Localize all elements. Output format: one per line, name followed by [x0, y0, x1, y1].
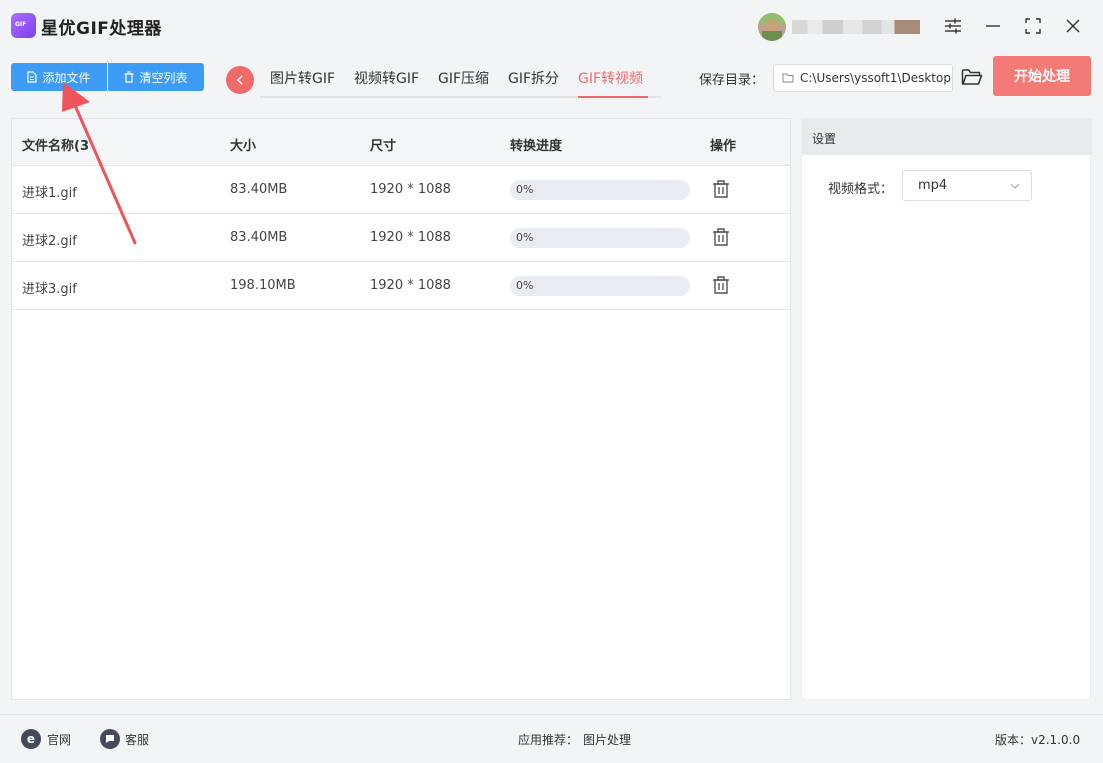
table-header: 文件名称(3 大小 尺寸 转换进度 操作 [12, 119, 790, 166]
file-size: 83.40MB [230, 182, 288, 197]
tab-image-to-gif[interactable]: 图片转GIF [270, 68, 335, 88]
minimize-icon[interactable] [981, 14, 1005, 38]
col-header-dimensions: 尺寸 [370, 139, 397, 154]
document-icon [27, 71, 38, 83]
recommend-label: 应用推荐： [518, 733, 579, 747]
trash-icon[interactable] [712, 179, 730, 199]
edge-artifact [1098, 336, 1103, 350]
settings-header: 设置 [802, 119, 1092, 155]
chat-bubble-icon[interactable] [100, 729, 120, 749]
username-blurred [792, 20, 920, 34]
settings-title: 设置 [812, 132, 837, 146]
settings-panel: 设置 视频格式： mp4 [801, 118, 1092, 700]
close-icon[interactable] [1061, 14, 1085, 38]
file-dimensions: 1920 * 1088 [370, 182, 451, 197]
tab-gif-to-video[interactable]: GIF转视频 [578, 68, 643, 88]
progress-bar: 0% [510, 276, 690, 296]
progress-bar: 0% [510, 180, 690, 200]
progress-text: 0% [516, 231, 534, 244]
table-row[interactable]: 进球2.gif 83.40MB 1920 * 1088 0% [12, 214, 790, 262]
trash-icon [124, 71, 134, 83]
progress-text: 0% [516, 279, 534, 292]
clear-list-label: 清空列表 [139, 70, 188, 85]
title-bar: 星优GIF处理器 [0, 0, 1103, 52]
active-tab-indicator [578, 96, 648, 98]
file-size: 83.40MB [230, 230, 288, 245]
add-file-label: 添加文件 [42, 70, 91, 85]
file-name: 进球2.gif [22, 234, 77, 249]
video-format-label: 视频格式： [828, 182, 894, 197]
progress-text: 0% [516, 183, 534, 196]
file-name: 进球3.gif [22, 282, 77, 297]
table-row[interactable]: 进球3.gif 198.10MB 1920 * 1088 0% [12, 262, 790, 310]
maximize-icon[interactable] [1021, 14, 1045, 38]
function-tabs: 图片转GIF 视频转GIF GIF压缩 GIF拆分 GIF转视频 [260, 60, 661, 98]
back-button[interactable] [226, 66, 254, 94]
trash-icon[interactable] [712, 275, 730, 295]
file-table: 文件名称(3 大小 尺寸 转换进度 操作 进球1.gif 83.40MB 192… [11, 118, 791, 700]
col-header-actions: 操作 [710, 139, 737, 154]
table-row[interactable]: 进球1.gif 83.40MB 1920 * 1088 0% [12, 166, 790, 214]
add-file-button[interactable]: 添加文件 [11, 63, 107, 91]
app-logo-icon [11, 13, 36, 38]
browser-e-icon[interactable]: e [21, 729, 41, 749]
chevron-left-icon [236, 75, 243, 85]
col-header-progress: 转换进度 [510, 139, 563, 154]
save-dir-input[interactable]: C:\Users\yssoft1\Desktop [773, 64, 953, 92]
trash-icon[interactable] [712, 227, 730, 247]
user-avatar[interactable] [758, 13, 786, 41]
video-format-value: mp4 [918, 178, 948, 193]
website-link[interactable]: 官网 [47, 731, 71, 748]
folder-open-icon[interactable] [961, 67, 983, 87]
start-processing-button[interactable]: 开始处理 [993, 56, 1091, 96]
progress-bar: 0% [510, 228, 690, 248]
save-dir-label: 保存目录： [699, 73, 765, 88]
chevron-down-icon [1010, 183, 1020, 189]
support-link[interactable]: 客服 [125, 731, 149, 748]
app-title: 星优GIF处理器 [41, 19, 162, 39]
folder-icon [782, 73, 794, 83]
file-name: 进球1.gif [22, 186, 77, 201]
clear-list-button[interactable]: 清空列表 [108, 63, 204, 91]
settings-sliders-icon[interactable] [941, 14, 965, 38]
video-format-select[interactable]: mp4 [902, 170, 1032, 201]
save-dir-value: C:\Users\yssoft1\Desktop [800, 71, 951, 85]
tab-gif-compress[interactable]: GIF压缩 [438, 68, 489, 88]
col-header-size: 大小 [230, 139, 257, 154]
file-size: 198.10MB [230, 278, 296, 293]
tab-video-to-gif[interactable]: 视频转GIF [354, 68, 419, 88]
recommend-app-link[interactable]: 图片处理 [583, 731, 631, 748]
footer: e 官网 客服 应用推荐： 图片处理 版本：v2.1.0.0 [0, 714, 1103, 763]
file-dimensions: 1920 * 1088 [370, 230, 451, 245]
toolbar: 添加文件 清空列表 图片转GIF 视频转GIF GIF压缩 GIF拆分 GIF转… [0, 52, 1103, 108]
version-text: 版本：v2.1.0.0 [995, 733, 1081, 747]
tab-gif-split[interactable]: GIF拆分 [508, 68, 559, 88]
col-header-name: 文件名称(3 [22, 139, 89, 154]
file-dimensions: 1920 * 1088 [370, 278, 451, 293]
